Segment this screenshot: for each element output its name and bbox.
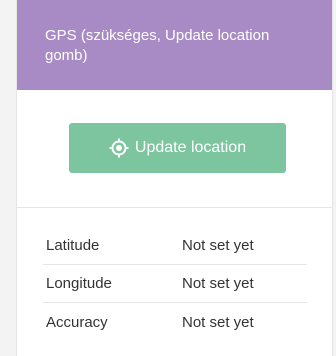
- longitude-label: Longitude: [46, 275, 112, 292]
- longitude-row: Longitude Not set yet: [43, 265, 307, 303]
- longitude-value: Not set yet: [182, 275, 254, 292]
- latitude-label: Latitude: [46, 237, 100, 254]
- accuracy-label: Accuracy: [46, 313, 108, 331]
- action-area: Update location: [17, 90, 332, 208]
- accuracy-value: Not set yet: [182, 313, 254, 331]
- update-location-button[interactable]: Update location: [69, 123, 286, 173]
- latitude-value: Not set yet: [182, 237, 254, 254]
- card-header: GPS (szükséges, Update location gomb): [17, 0, 332, 90]
- card-title: GPS (szükséges, Update location gomb): [45, 27, 270, 64]
- accuracy-row: Accuracy Not set yet: [43, 303, 307, 341]
- gps-card: GPS (szükséges, Update location gomb) Up…: [16, 0, 333, 356]
- latitude-row: Latitude Not set yet: [43, 227, 307, 265]
- target-icon: [109, 138, 129, 158]
- location-info-table: Latitude Not set yet Longitude Not set y…: [43, 227, 307, 341]
- update-location-label: Update location: [134, 139, 247, 156]
